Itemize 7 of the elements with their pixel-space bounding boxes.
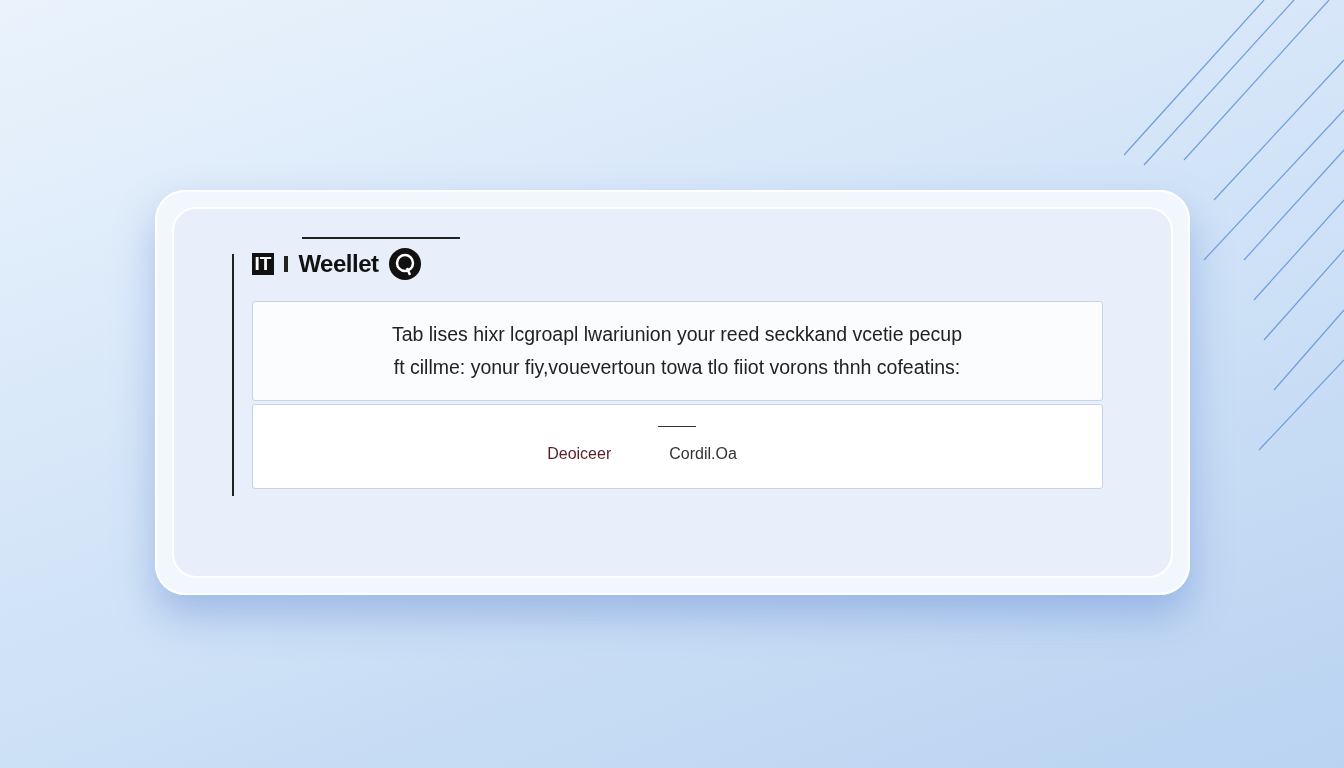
message-line: ft cillme: yonur fiy,vouevertoun towa tlo fiiot vorons thnh cofeatins: [393, 356, 961, 379]
dialog-button[interactable]: Cordil.Oa [665, 443, 741, 465]
message-line: Tab lises hixr lcgroapl lwariunion your reed seckkand vcetie pecup [391, 323, 963, 346]
brand-name: Weellet [298, 250, 379, 278]
dialog-button[interactable]: Deoiceer [543, 443, 616, 465]
separator-bar [284, 256, 289, 272]
logo-mark: IT [251, 253, 275, 275]
